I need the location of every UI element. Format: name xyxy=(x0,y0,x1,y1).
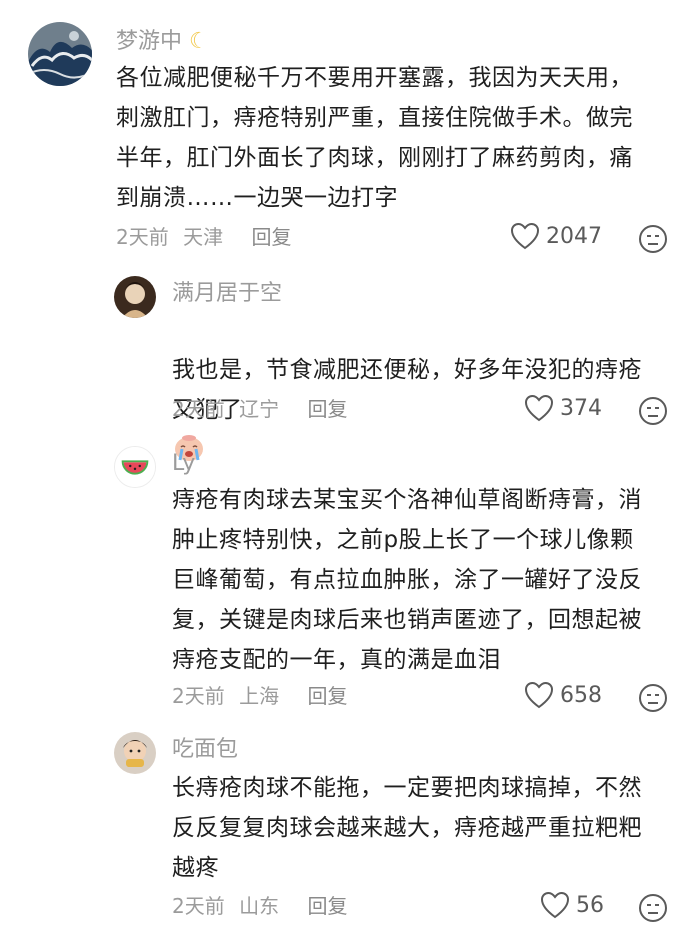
like-count: 56 xyxy=(576,892,604,918)
like-button[interactable]: 56 xyxy=(540,891,604,919)
comment-text: 痔疮有肉球去某宝买个洛神仙草阁断痔膏，消 肿止疼特别快，之前p股上长了一个球儿像… xyxy=(172,487,642,673)
avatar[interactable] xyxy=(114,276,156,318)
heart-icon xyxy=(524,394,554,422)
username-text: 吃面包 xyxy=(172,737,239,762)
comment-meta: 2天前 辽宁 回复 xyxy=(172,396,347,422)
dislike-face-icon[interactable] xyxy=(638,224,668,254)
username-text: 满月居于空 xyxy=(172,281,283,306)
heart-icon xyxy=(510,222,540,250)
comment-text: 长痔疮肉球不能拖，一定要把肉球搞掉，不然 反反复复肉球会越来越大，痔疮越严重拉粑… xyxy=(172,775,642,881)
username-text: 梦游中 xyxy=(116,29,183,54)
like-button[interactable]: 658 xyxy=(524,681,602,709)
username[interactable]: 满月居于空 xyxy=(172,280,282,308)
avatar[interactable] xyxy=(114,446,156,488)
like-count: 658 xyxy=(560,682,602,708)
dislike-face-icon[interactable] xyxy=(638,683,668,713)
crescent-moon-icon: ☾ xyxy=(189,29,209,54)
reply-button[interactable]: 回复 xyxy=(307,397,347,421)
timestamp: 2天前 xyxy=(172,397,225,421)
reply-button[interactable]: 回复 xyxy=(307,684,347,708)
like-count: 374 xyxy=(560,395,602,421)
dislike-face-icon[interactable] xyxy=(638,396,668,426)
location: 天津 xyxy=(183,225,224,249)
dislike-face-icon[interactable] xyxy=(638,893,668,923)
username[interactable]: Ly xyxy=(172,450,195,478)
reply-item: 吃面包 长痔疮肉球不能拖，一定要把肉球搞掉，不然 反反复复肉球会越来越大，痔疮越… xyxy=(0,728,690,941)
username[interactable]: 梦游中 ☾ xyxy=(116,28,209,56)
comment-meta: 2天前 山东 回复 xyxy=(172,893,347,919)
username-text: Ly xyxy=(172,451,196,476)
like-button[interactable]: 2047 xyxy=(510,222,602,250)
username[interactable]: 吃面包 xyxy=(172,736,238,764)
avatar[interactable] xyxy=(28,22,92,86)
timestamp: 2天前 xyxy=(172,894,225,918)
timestamp: 2天前 xyxy=(116,225,169,249)
like-count: 2047 xyxy=(546,223,602,249)
heart-icon xyxy=(540,891,570,919)
avatar[interactable] xyxy=(114,732,156,774)
comment-meta: 2天前 天津 回复 xyxy=(116,224,291,250)
location: 上海 xyxy=(239,684,280,708)
heart-icon xyxy=(524,681,554,709)
like-button[interactable]: 374 xyxy=(524,394,602,422)
reply-item: Ly 痔疮有肉球去某宝买个洛神仙草阁断痔膏，消 肿止疼特别快，之前p股上长了一个… xyxy=(0,440,690,730)
comment-text: 各位减肥便秘千万不要用开塞露，我因为天天用， 刺激肛门，痔疮特别严重，直接住院做… xyxy=(116,65,633,211)
comment-meta: 2天前 上海 回复 xyxy=(172,683,347,709)
location: 山东 xyxy=(239,894,280,918)
location: 辽宁 xyxy=(239,397,280,421)
reply-button[interactable]: 回复 xyxy=(307,894,347,918)
reply-button[interactable]: 回复 xyxy=(251,225,291,249)
timestamp: 2天前 xyxy=(172,684,225,708)
reply-item: 满月居于空 我也是，节食减肥还便秘，好多年没犯的痔疮 又犯了 2天前 辽宁 回复… xyxy=(0,270,690,461)
comment-item: 梦游中 ☾ 各位减肥便秘千万不要用开塞露，我因为天天用， 刺激肛门，痔疮特别严重… xyxy=(0,0,690,270)
